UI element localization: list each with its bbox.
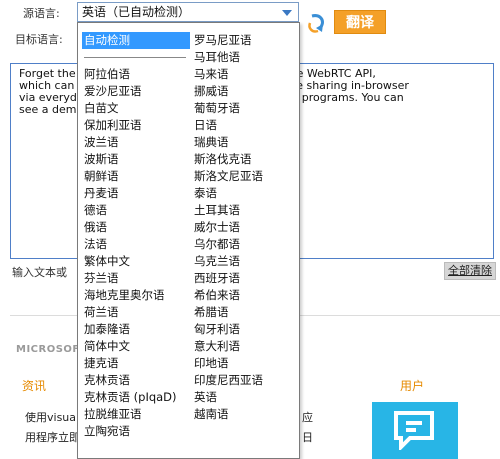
dropdown-option[interactable]: 简体中文 (82, 338, 190, 355)
dropdown-option[interactable]: 瑞典语 (192, 134, 297, 151)
dropdown-option[interactable]: 意大利语 (192, 338, 297, 355)
clear-all-button[interactable]: 全部清除 (444, 262, 496, 280)
dropdown-option[interactable]: 越南语 (192, 406, 297, 423)
dropdown-option[interactable]: 西班牙语 (192, 270, 297, 287)
target-language-label: 目标语言: (15, 33, 63, 46)
dropdown-option[interactable]: 马来语 (192, 66, 297, 83)
dropdown-option[interactable]: 波斯语 (82, 151, 190, 168)
translate-button[interactable]: 翻译 (334, 10, 386, 34)
dropdown-option[interactable]: 希伯来语 (192, 287, 297, 304)
dropdown-option[interactable]: 朝鲜语 (82, 168, 190, 185)
dropdown-option[interactable]: 日语 (192, 117, 297, 134)
news-blurb-line-1: 使用visua (25, 411, 77, 424)
users-heading: 用户 (400, 379, 425, 393)
dropdown-option[interactable]: 印度尼西亚语 (192, 372, 297, 389)
dropdown-option[interactable]: 乌尔都语 (192, 236, 297, 253)
source-language-dropdown: 自动检测阿拉伯语 爱沙尼亚语 白苗文 保加利亚语 波兰语 波斯语 朝鲜语 丹麦语 德语 俄语 法语繁… (77, 22, 300, 459)
dropdown-option[interactable]: 自动检测 (82, 32, 190, 49)
input-hint: 输入文本或 (12, 266, 67, 279)
dropdown-option[interactable]: 印地语 (192, 355, 297, 372)
dropdown-option[interactable]: 白苗文 (82, 100, 190, 117)
dropdown-option[interactable]: 法语 (82, 236, 190, 253)
chat-bubble-icon (394, 411, 434, 450)
swap-languages-icon[interactable] (306, 12, 328, 36)
dropdown-separator (82, 49, 190, 66)
dropdown-option[interactable]: 英语 (192, 389, 297, 406)
source-language-label: 源语言: (23, 7, 60, 20)
dropdown-option[interactable]: 挪威语 (192, 83, 297, 100)
dropdown-option[interactable]: 立陶宛语 (82, 423, 190, 440)
dropdown-option[interactable]: 俄语 (82, 219, 190, 236)
dropdown-option[interactable]: 阿拉伯语 (82, 66, 190, 83)
dropdown-option[interactable]: 匈牙利语 (192, 321, 297, 338)
source-language-value: 英语（已自动检测） (82, 5, 191, 19)
dropdown-option[interactable]: 威尔士语 (192, 219, 297, 236)
dropdown-option[interactable]: 荷兰语 (82, 304, 190, 321)
dropdown-option[interactable]: 德语 (82, 202, 190, 219)
dropdown-option[interactable]: 希腊语 (192, 304, 297, 321)
dropdown-option[interactable]: 斯洛文尼亚语 (192, 168, 297, 185)
news-blurb-tail-2: 日 (302, 431, 313, 444)
chevron-down-icon (282, 10, 292, 16)
dropdown-option[interactable]: 乌克兰语 (192, 253, 297, 270)
dropdown-option[interactable]: 芬兰语 (82, 270, 190, 287)
dropdown-option[interactable]: 捷克语 (82, 355, 190, 372)
dropdown-option[interactable]: 波兰语 (82, 134, 190, 151)
news-blurb-tail-1: 应 (302, 411, 313, 424)
dropdown-option[interactable]: 繁体中文 (82, 253, 190, 270)
dropdown-option[interactable]: 克林贡语 (82, 372, 190, 389)
dropdown-column-left: 自动检测阿拉伯语 爱沙尼亚语 白苗文 保加利亚语 波兰语 波斯语 朝鲜语 丹麦语 德语 俄语 法语繁… (82, 32, 190, 440)
dropdown-option[interactable]: 丹麦语 (82, 185, 190, 202)
dropdown-option[interactable]: 葡萄牙语 (192, 100, 297, 117)
dropdown-option[interactable]: 泰语 (192, 185, 297, 202)
dropdown-option[interactable]: 斯洛伐克语 (192, 151, 297, 168)
dropdown-option[interactable]: 保加利亚语 (82, 117, 190, 134)
news-heading: 资讯 (22, 379, 47, 393)
source-language-select[interactable]: 英语（已自动检测） (77, 2, 299, 22)
dropdown-option[interactable]: 罗马尼亚语 (192, 32, 297, 49)
dropdown-option[interactable]: 爱沙尼亚语 (82, 83, 190, 100)
dropdown-option[interactable]: 海地克里奥尔语 (82, 287, 190, 304)
dropdown-option[interactable]: 拉脱维亚语 (82, 406, 190, 423)
news-blurb-line-2: 用程序立即 (25, 431, 80, 444)
dropdown-option[interactable]: 马耳他语 (192, 49, 297, 66)
dropdown-option[interactable]: 克林贡语 (pIqaD) (82, 389, 190, 406)
microsoft-section-title: MICROSOF (16, 344, 80, 355)
app-tile[interactable] (372, 402, 458, 459)
dropdown-column-right: 罗马尼亚语 马耳他语 马来语 挪威语 葡萄牙语 日语 瑞典语 斯洛伐克语 斯洛文尼亚语 泰语 土耳其… (192, 32, 297, 423)
dropdown-option[interactable]: 土耳其语 (192, 202, 297, 219)
dropdown-option[interactable]: 加泰隆语 (82, 321, 190, 338)
